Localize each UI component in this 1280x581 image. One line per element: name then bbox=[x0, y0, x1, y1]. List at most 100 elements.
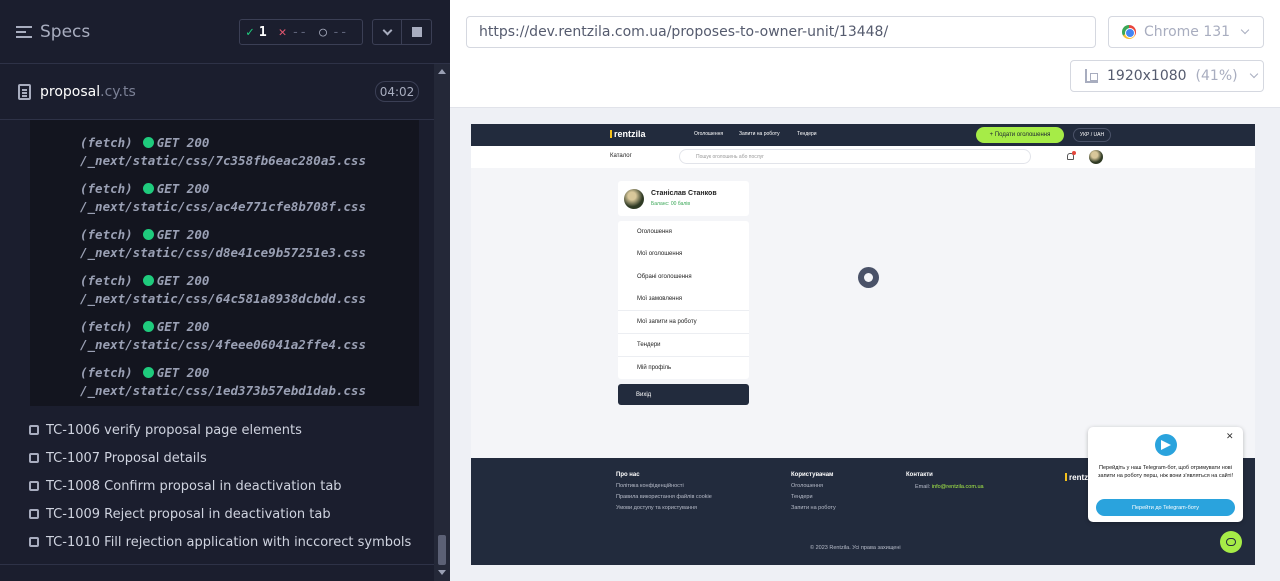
test-item[interactable]: TC-1009 Reject proposal in deactivation … bbox=[29, 500, 411, 528]
language-selector[interactable]: УКР / UAH bbox=[1073, 128, 1111, 142]
footer-terms-link[interactable]: Умови доступу та користування bbox=[616, 505, 697, 511]
reporter-header: Specs ✓ 1 ✕ -- ○ -- bbox=[0, 0, 450, 64]
test-item[interactable]: TC-1007 Proposal details bbox=[29, 444, 411, 472]
close-icon[interactable]: ✕ bbox=[1226, 431, 1234, 442]
divider bbox=[618, 333, 749, 334]
divider bbox=[618, 310, 749, 311]
test-item[interactable]: TC-1010 Fill rejection application with … bbox=[29, 528, 411, 556]
spec-file-header[interactable]: proposal.cy.ts bbox=[0, 64, 434, 120]
log-entry[interactable]: (fetch) GET 200/_next/static/css/7c358fb6… bbox=[80, 134, 366, 170]
bell-icon[interactable] bbox=[1067, 151, 1076, 160]
reporter-scrollbar[interactable] bbox=[434, 64, 450, 581]
telegram-icon bbox=[1155, 434, 1177, 456]
loading-spinner-icon bbox=[858, 267, 879, 288]
menu-profile[interactable]: Мій профіль bbox=[637, 365, 671, 371]
menu-icon bbox=[16, 26, 32, 38]
pending-test-icon bbox=[29, 481, 39, 491]
footer-tenders-link[interactable]: Тендери bbox=[791, 494, 813, 500]
profile-avatar bbox=[624, 189, 644, 209]
chevron-down-icon bbox=[382, 25, 392, 35]
footer-privacy-link[interactable]: Політика конфіденційності bbox=[616, 483, 684, 489]
footer-about-title: Про нас bbox=[616, 472, 640, 478]
exit-button[interactable]: Вихід bbox=[618, 384, 749, 405]
specs-toggle[interactable]: Specs bbox=[16, 22, 90, 42]
menu-favorites[interactable]: Обрані оголошення bbox=[637, 274, 692, 280]
log-entry[interactable]: (fetch) GET 200/_next/static/css/64c581a8… bbox=[80, 272, 366, 308]
pending-test-icon bbox=[29, 509, 39, 519]
viewport-icon bbox=[1085, 69, 1098, 83]
command-log: (fetch) GET 200/_next/static/css/7c358fb6… bbox=[30, 120, 419, 406]
add-ad-button[interactable]: + Подати оголошення bbox=[976, 127, 1064, 143]
footer-users-title: Користувачам bbox=[791, 472, 834, 478]
viewport-selector[interactable]: 1920x1080 (41%) bbox=[1070, 60, 1264, 92]
viewport-zoom: (41%) bbox=[1195, 68, 1238, 84]
status-dot-icon bbox=[142, 183, 154, 194]
test-item[interactable]: TC-1008 Confirm proposal in deactivation… bbox=[29, 472, 411, 500]
passed-count: ✓ 1 bbox=[246, 24, 267, 40]
footer-cookies-link[interactable]: Правила використання файлів cookie bbox=[616, 494, 712, 500]
menu-requests[interactable]: Мої запити на роботу bbox=[637, 319, 697, 325]
file-icon bbox=[18, 84, 31, 100]
site-search-input[interactable]: Пошук оголошень або послуг bbox=[679, 149, 1031, 164]
log-entry[interactable]: (fetch) GET 200/_next/static/css/4feee060… bbox=[80, 318, 366, 354]
status-dot-icon bbox=[142, 229, 154, 240]
avatar[interactable] bbox=[1089, 150, 1103, 164]
menu-tenders[interactable]: Тендери bbox=[637, 342, 661, 348]
nav-tenders[interactable]: Тендери bbox=[797, 131, 817, 137]
menu-orders[interactable]: Мої замовлення bbox=[637, 296, 682, 302]
test-item[interactable]: TC-1006 verify proposal page elements bbox=[29, 416, 411, 444]
browser-label: Chrome 131 bbox=[1144, 24, 1231, 40]
viewport-size: 1920x1080 bbox=[1107, 68, 1187, 84]
pending-test-icon bbox=[29, 425, 39, 435]
stop-button[interactable] bbox=[402, 19, 432, 45]
log-entry[interactable]: (fetch) GET 200/_next/static/css/d8e41ce9… bbox=[80, 226, 366, 262]
footer-copyright: © 2023 Rentzila. Усі права захищені bbox=[810, 545, 901, 551]
telegram-button[interactable]: Перейти до Telegram-боту bbox=[1096, 499, 1235, 516]
profile-name: Станіслав Станков bbox=[651, 190, 717, 197]
footer-ads-link[interactable]: Оголошення bbox=[791, 483, 823, 489]
url-bar[interactable]: https://dev.rentzila.com.ua/proposes-to-… bbox=[466, 16, 1096, 48]
site-logo[interactable]: rentzila bbox=[610, 129, 646, 139]
footer-email[interactable]: Email: info@rentzila.com.ua bbox=[915, 484, 984, 490]
cypress-reporter: Specs ✓ 1 ✕ -- ○ -- proposal.cy.ts 04:02 (f… bbox=[0, 0, 450, 581]
chevron-down-icon bbox=[1249, 69, 1258, 79]
spec-duration: 04:02 bbox=[375, 81, 419, 102]
site-searchbar: Каталог Пошук оголошень або послуг bbox=[471, 146, 1255, 168]
log-entry[interactable]: (fetch) GET 200/_next/static/css/ac4e771c… bbox=[80, 180, 366, 216]
scroll-up-arrow-icon[interactable] bbox=[438, 69, 446, 74]
status-dot-icon bbox=[142, 321, 154, 332]
chevron-down-icon bbox=[1240, 25, 1250, 35]
aut-iframe: rentzila Оголошення Запити на роботу Тен… bbox=[471, 124, 1255, 565]
menu-my-ads[interactable]: Мої оголошення bbox=[637, 251, 682, 257]
scrollbar-thumb[interactable] bbox=[438, 535, 446, 565]
browser-selector[interactable]: Chrome 131 bbox=[1108, 16, 1264, 48]
footer-contacts-title: Контакти bbox=[906, 472, 933, 478]
pending-test-icon bbox=[29, 537, 39, 547]
scroll-down-arrow-icon[interactable] bbox=[438, 570, 446, 575]
chrome-icon bbox=[1122, 25, 1136, 39]
spec-file-name: proposal.cy.ts bbox=[40, 84, 136, 100]
nav-ads[interactable]: Оголошення bbox=[694, 131, 723, 137]
stop-icon bbox=[411, 27, 422, 37]
profile-balance: Баланс: 00 балів bbox=[651, 201, 690, 207]
x-icon: ✕ bbox=[278, 24, 287, 40]
status-dot-icon bbox=[142, 367, 154, 378]
telegram-text: Перейдіть у наш Telegram-бот, щоб отриму… bbox=[1098, 465, 1233, 479]
site-navbar: rentzila Оголошення Запити на роботу Тен… bbox=[471, 124, 1255, 146]
catalog-button[interactable]: Каталог bbox=[610, 153, 632, 159]
nav-requests[interactable]: Запити на роботу bbox=[739, 131, 780, 137]
menu-ads[interactable]: Оголошення bbox=[637, 229, 672, 235]
specs-label: Specs bbox=[40, 22, 91, 42]
test-stats: ✓ 1 ✕ -- ○ -- bbox=[239, 19, 363, 45]
pending-test-icon bbox=[29, 453, 39, 463]
test-list: TC-1006 verify proposal page elements TC… bbox=[29, 416, 411, 556]
status-dot-icon bbox=[142, 137, 154, 148]
divider bbox=[618, 356, 749, 357]
pending-count: ○ -- bbox=[319, 24, 348, 40]
collapse-button[interactable] bbox=[372, 19, 402, 45]
check-icon: ✓ bbox=[246, 24, 254, 40]
spinner-icon: ○ bbox=[319, 24, 327, 40]
log-entry[interactable]: (fetch) GET 200/_next/static/css/1ed373b5… bbox=[80, 364, 366, 400]
chat-icon[interactable] bbox=[1220, 531, 1242, 553]
footer-requests-link[interactable]: Запити на роботу bbox=[791, 505, 836, 511]
